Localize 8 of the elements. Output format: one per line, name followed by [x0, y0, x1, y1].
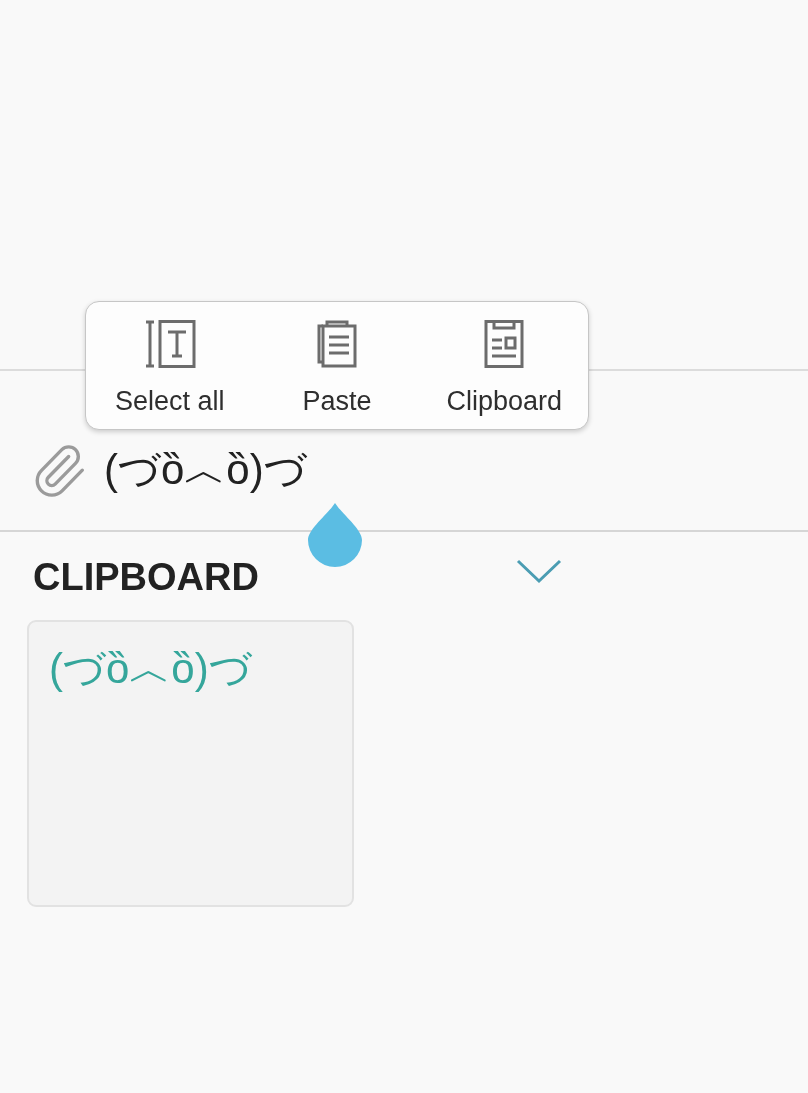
- text-input-field[interactable]: (づȍ︿ȍ)づ: [104, 445, 307, 496]
- menu-item[interactable]: Clipboard: [420, 302, 588, 429]
- menu-item[interactable]: Select all: [86, 302, 254, 429]
- section-title: CLIPBOARD: [33, 555, 259, 599]
- chevron-down-icon[interactable]: [516, 558, 562, 584]
- cursor-handle-icon[interactable]: [308, 503, 362, 567]
- text-select-icon: [143, 320, 196, 368]
- menu-item[interactable]: Paste: [253, 302, 421, 429]
